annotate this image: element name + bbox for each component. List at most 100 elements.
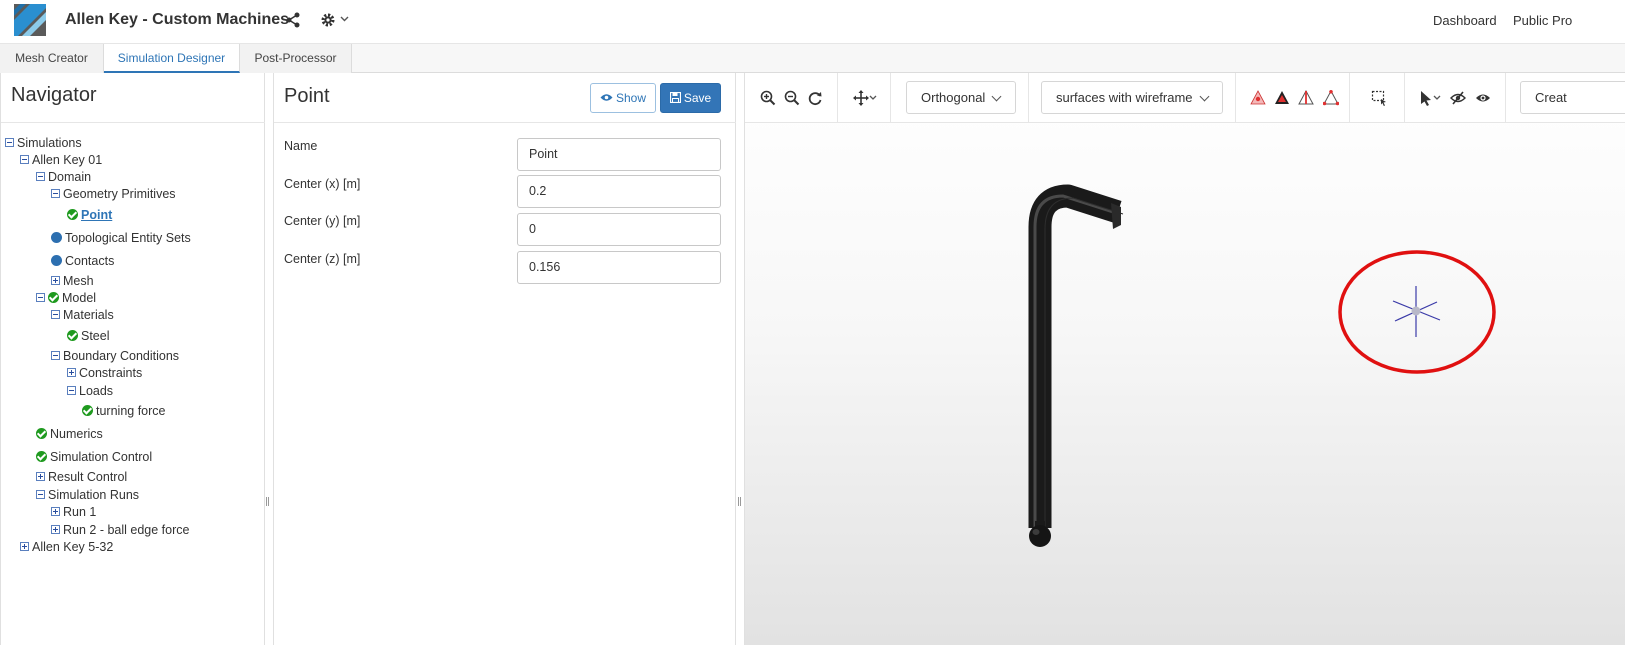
- toolbar-divider: [837, 73, 838, 123]
- center-z-label: Center (z) [m]: [284, 252, 361, 266]
- name-field[interactable]: Point: [517, 138, 721, 171]
- tree-item-domain[interactable]: Domain: [36, 169, 91, 185]
- project-title: Allen Key - Custom Machines: [65, 11, 290, 28]
- collapse-icon[interactable]: [5, 138, 14, 147]
- share-icon[interactable]: [286, 12, 300, 28]
- center-z-field[interactable]: 0.156: [517, 251, 721, 284]
- model-canvas[interactable]: [745, 123, 1625, 645]
- toolbar-divider: [1404, 73, 1405, 123]
- divider: [1, 122, 265, 123]
- toolbar-divider: [890, 73, 891, 123]
- tree-item-allen-key-01[interactable]: Allen Key 01: [20, 152, 102, 168]
- app-logo[interactable]: [14, 4, 46, 36]
- expand-icon[interactable]: [51, 276, 60, 285]
- tree-item-boundary-conditions[interactable]: Boundary Conditions: [51, 348, 179, 364]
- expand-icon[interactable]: [20, 542, 29, 551]
- move-icon[interactable]: [853, 90, 869, 106]
- dot-icon: [51, 255, 62, 266]
- expand-icon[interactable]: [67, 368, 76, 377]
- navigator-title: Navigator: [11, 84, 97, 106]
- toolbar-divider: [1505, 73, 1506, 123]
- tree-item-simulations[interactable]: Simulations: [5, 135, 82, 151]
- collapse-icon[interactable]: [51, 189, 60, 198]
- public-projects-link[interactable]: Public Pro: [1513, 13, 1572, 28]
- panel-title: Point: [284, 85, 330, 107]
- tree-item-turning-force[interactable]: turning force: [82, 403, 165, 419]
- collapse-icon[interactable]: [20, 155, 29, 164]
- select-volume-icon[interactable]: [1274, 90, 1290, 106]
- check-icon: [82, 405, 93, 416]
- allen-key-model[interactable]: [1028, 184, 1124, 547]
- collapse-icon[interactable]: [36, 172, 45, 181]
- expand-icon[interactable]: [51, 507, 60, 516]
- dashboard-link[interactable]: Dashboard: [1433, 13, 1497, 28]
- expand-icon[interactable]: [51, 525, 60, 534]
- chevron-down-icon: [1199, 91, 1209, 102]
- tree-item-materials[interactable]: Materials: [51, 307, 114, 323]
- chevron-down-icon[interactable]: [869, 95, 877, 101]
- tree-item-contacts[interactable]: Contacts: [51, 253, 114, 269]
- projection-dropdown[interactable]: Orthogonal: [906, 81, 1016, 114]
- tree-item-mesh[interactable]: Mesh: [51, 273, 94, 289]
- tree-item-result-control[interactable]: Result Control: [36, 469, 127, 485]
- expand-icon[interactable]: [36, 472, 45, 481]
- tree-item-point[interactable]: Point: [67, 207, 112, 223]
- tree-item-run-2[interactable]: Run 2 - ball edge force: [51, 522, 189, 538]
- gear-icon[interactable]: [320, 12, 336, 28]
- box-select-icon[interactable]: [1371, 90, 1387, 106]
- refresh-icon[interactable]: [807, 90, 823, 106]
- tree-item-steel[interactable]: Steel: [67, 328, 110, 344]
- tree-item-geometry-primitives[interactable]: Geometry Primitives: [51, 186, 176, 202]
- center-y-field[interactable]: 0: [517, 213, 721, 246]
- zoom-out-icon[interactable]: [784, 90, 800, 106]
- center-x-field[interactable]: 0.2: [517, 175, 721, 208]
- tab-mesh-creator[interactable]: Mesh Creator: [0, 44, 104, 73]
- tree-item-topological-entity-sets[interactable]: Topological Entity Sets: [51, 230, 191, 246]
- collapse-icon[interactable]: [36, 490, 45, 499]
- check-icon: [36, 451, 47, 462]
- viewer-panel[interactable]: Orthogonal surfaces with wireframe Creat: [744, 73, 1625, 645]
- tree-item-simulation-control[interactable]: Simulation Control: [36, 449, 152, 465]
- chevron-down-icon[interactable]: [1433, 95, 1441, 101]
- collapse-icon[interactable]: [36, 293, 45, 302]
- tree-item-allen-key-5-32[interactable]: Allen Key 5-32: [20, 539, 113, 555]
- tree-item-loads[interactable]: Loads: [67, 383, 113, 399]
- chevron-down-icon[interactable]: [340, 16, 349, 22]
- zoom-in-icon[interactable]: [760, 90, 776, 106]
- pointer-icon[interactable]: [1418, 90, 1434, 106]
- check-icon: [67, 209, 78, 220]
- floppy-disk-icon: [669, 92, 681, 104]
- tree-item-numerics[interactable]: Numerics: [36, 426, 103, 442]
- tree-item-model[interactable]: Model: [36, 290, 96, 306]
- eye-icon[interactable]: [1475, 90, 1491, 106]
- save-button[interactable]: Save: [660, 83, 721, 113]
- tab-post-processor[interactable]: Post-Processor: [240, 44, 352, 73]
- center-y-label: Center (y) [m]: [284, 214, 361, 228]
- select-edge-icon[interactable]: [1298, 90, 1314, 106]
- show-button[interactable]: Show: [590, 83, 656, 113]
- collapse-icon[interactable]: [51, 310, 60, 319]
- check-icon: [48, 292, 59, 303]
- divider: [274, 122, 736, 123]
- collapse-icon[interactable]: [67, 386, 76, 395]
- select-face-icon[interactable]: [1323, 90, 1339, 106]
- tab-simulation-designer[interactable]: Simulation Designer: [104, 44, 240, 73]
- resize-handle[interactable]: [738, 497, 742, 507]
- create-button[interactable]: Creat: [1520, 81, 1625, 114]
- tree-item-constraints[interactable]: Constraints: [67, 365, 142, 381]
- eye-slash-icon[interactable]: [1450, 90, 1466, 106]
- top-header: Allen Key - Custom Machines Dashboard Pu…: [0, 0, 1625, 44]
- viewer-toolbar: Orthogonal surfaces with wireframe Creat: [745, 73, 1625, 123]
- center-x-label: Center (x) [m]: [284, 177, 361, 191]
- tree-item-run-1[interactable]: Run 1: [51, 504, 96, 520]
- resize-handle[interactable]: [266, 497, 270, 507]
- check-icon: [36, 428, 47, 439]
- select-node-icon[interactable]: [1250, 90, 1266, 106]
- collapse-icon[interactable]: [51, 351, 60, 360]
- dot-icon: [51, 232, 62, 243]
- tab-bar: Mesh Creator Simulation Designer Post-Pr…: [0, 44, 1625, 73]
- point-marker[interactable]: [1392, 286, 1441, 337]
- toolbar-divider: [1028, 73, 1029, 123]
- render-mode-dropdown[interactable]: surfaces with wireframe: [1041, 81, 1223, 114]
- tree-item-simulation-runs[interactable]: Simulation Runs: [36, 487, 139, 503]
